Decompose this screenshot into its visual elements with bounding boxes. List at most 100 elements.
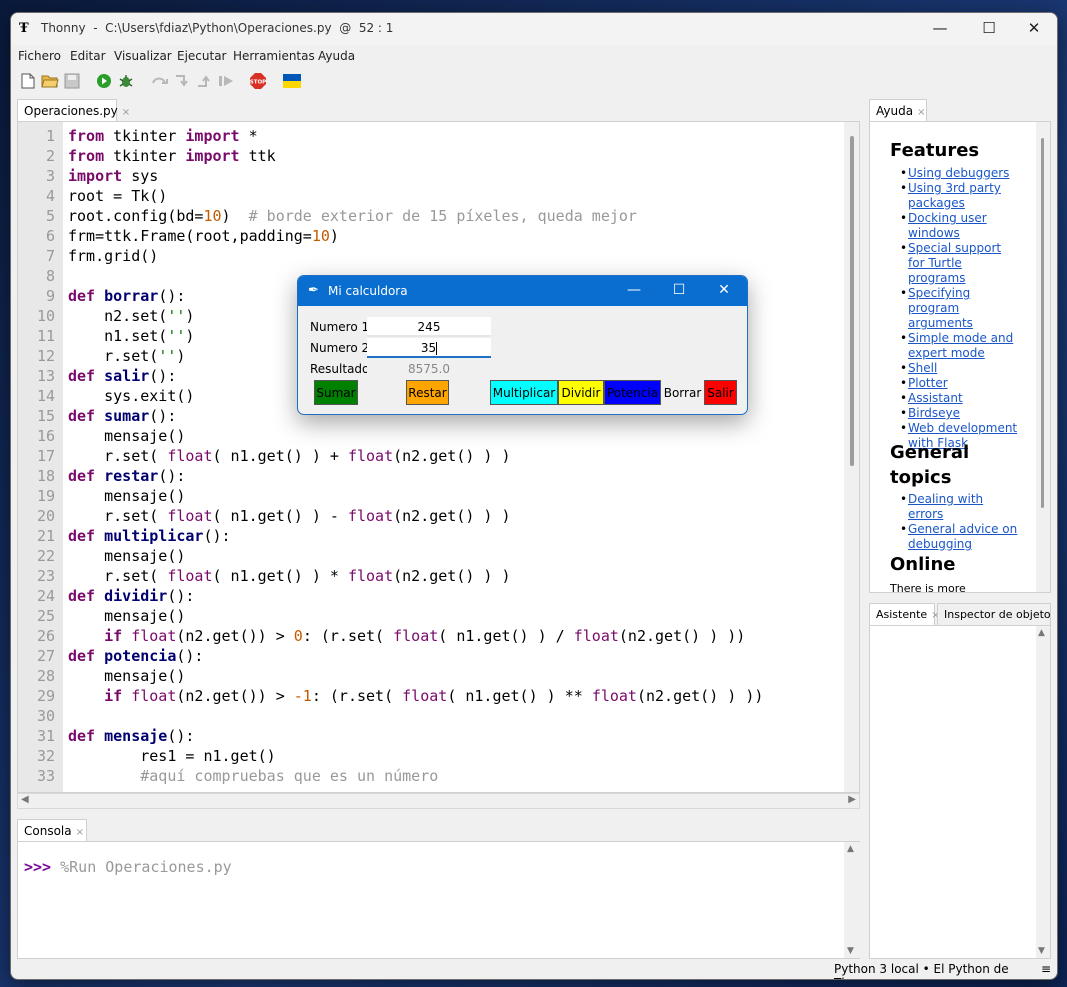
ukraine-flag-icon[interactable]: [283, 72, 301, 90]
tab-consola[interactable]: Consola ×: [17, 819, 87, 841]
code-token: (n2.get() ) ): [393, 507, 511, 525]
scroll-right-icon[interactable]: ▶: [848, 794, 856, 805]
code-token: ( n1.get() ) **: [447, 687, 592, 705]
debug-icon[interactable]: [117, 72, 135, 90]
thonny-window: Ŧ Thonny - C:\Users\fdiaz\Python\Operaci…: [10, 12, 1058, 980]
help-link[interactable]: Using debuggers: [908, 166, 1009, 180]
sumar-button[interactable]: Sumar: [314, 380, 358, 405]
scroll-up-icon[interactable]: ▲: [1038, 628, 1045, 638]
scroll-left-icon[interactable]: ◀: [21, 794, 29, 805]
help-link[interactable]: Assistant: [908, 391, 963, 405]
menu-herramientas[interactable]: Herramientas: [233, 49, 315, 63]
code-token: def: [68, 407, 96, 425]
code-token: ): [221, 207, 249, 225]
run-icon[interactable]: [95, 72, 113, 90]
scroll-down-icon[interactable]: ▼: [1038, 946, 1045, 956]
minimize-button[interactable]: —: [917, 13, 963, 45]
code-token: float: [393, 627, 439, 645]
help-link-item: Using 3rd party packages: [890, 181, 1020, 211]
dialog-maximize-button[interactable]: ☐: [656, 276, 702, 306]
menu-editar[interactable]: Editar: [70, 49, 106, 63]
dialog-minimize-button[interactable]: —: [611, 276, 657, 306]
numero1-input[interactable]: 245: [367, 317, 491, 337]
save-icon[interactable]: [63, 72, 81, 90]
maximize-button[interactable]: ☐: [966, 13, 1012, 45]
editor-vertical-scrollbar[interactable]: [844, 122, 859, 792]
help-link[interactable]: Specifying program arguments: [908, 286, 973, 330]
line-number: 26: [36, 627, 55, 645]
multiplicar-button[interactable]: Multiplicar: [490, 380, 558, 405]
help-vertical-scrollbar[interactable]: [1036, 122, 1050, 592]
shell-prompt: >>>: [24, 858, 52, 876]
salir-button[interactable]: Salir: [704, 380, 737, 405]
line-number: 25: [36, 607, 55, 625]
help-link[interactable]: Using 3rd party packages: [908, 181, 1001, 210]
editor-horizontal-scrollbar[interactable]: ◀ ▶: [17, 793, 860, 809]
tab-asistente[interactable]: Asistente ×: [869, 603, 940, 625]
code-token: (n2.get() ) )): [636, 687, 764, 705]
new-file-icon[interactable]: [19, 72, 37, 90]
tab-inspector-objetos[interactable]: Inspector de objetos: [937, 603, 1051, 625]
code-token: ): [329, 227, 339, 245]
potencia-button[interactable]: Potencia: [604, 380, 661, 405]
menu-fichero[interactable]: Fichero: [18, 49, 61, 63]
step-over-icon[interactable]: [151, 72, 169, 90]
restar-button[interactable]: Restar: [406, 380, 449, 405]
help-link[interactable]: Docking user windows: [908, 211, 987, 240]
code-line: import sys: [68, 167, 158, 185]
code-token: (n2.get() ) ): [393, 567, 511, 585]
console-vertical-scrollbar[interactable]: ▲ ▼: [844, 842, 860, 958]
tab-close-icon[interactable]: ×: [76, 827, 84, 838]
menu-ayuda[interactable]: Ayuda: [318, 49, 355, 63]
step-into-icon[interactable]: [173, 72, 191, 90]
menu-ejecutar[interactable]: Ejecutar: [177, 49, 227, 63]
borrar-button[interactable]: Borrar: [661, 380, 704, 405]
code-editor[interactable]: 1 2 3 4 5 6 7 8 9 10 11 12 13 14 15 16 17 18 19 20 21 22 23 24 2…: [17, 121, 860, 793]
open-file-icon[interactable]: [41, 72, 59, 90]
scroll-down-icon[interactable]: ▼: [847, 946, 854, 956]
code-token: # borde exterior de 15 píxeles, queda me…: [248, 207, 637, 225]
help-link[interactable]: General advice on debugging: [908, 522, 1017, 551]
help-link[interactable]: Simple mode and expert mode: [908, 331, 1013, 360]
close-button[interactable]: ✕: [1011, 13, 1057, 45]
help-link[interactable]: Shell: [908, 361, 937, 375]
code-token: mensaje(): [68, 487, 186, 505]
code-line: from tkinter import *: [68, 127, 258, 145]
editor-scroll-thumb[interactable]: [850, 136, 854, 466]
code-line: r.set(''): [68, 347, 185, 365]
tab-ayuda[interactable]: Ayuda ×: [869, 99, 927, 121]
scroll-up-icon[interactable]: ▲: [847, 844, 854, 854]
help-scroll-thumb[interactable]: [1041, 138, 1044, 508]
code-token: sys: [122, 167, 159, 185]
tab-close-icon[interactable]: ×: [122, 107, 130, 118]
assistant-vertical-scrollbar[interactable]: ▲ ▼: [1036, 626, 1050, 958]
dialog-title-bar[interactable]: ✒ Mi calculdora — ☐ ✕: [298, 276, 747, 306]
help-link[interactable]: Plotter: [908, 376, 948, 390]
code-token: potencia: [104, 647, 177, 665]
menu-visualizar[interactable]: Visualizar: [114, 49, 172, 63]
interpreter-status[interactable]: Python 3 local • El Python de Thonny: [834, 962, 1057, 979]
step-out-icon[interactable]: [195, 72, 213, 90]
dialog-close-button[interactable]: ✕: [701, 276, 747, 306]
code-token: mensaje(): [68, 427, 186, 445]
menu-icon[interactable]: ≡: [1041, 962, 1051, 976]
numero2-input[interactable]: 35: [367, 338, 491, 358]
tab-operaciones-py[interactable]: Operaciones.py ×: [17, 99, 130, 121]
shell-console[interactable]: >>> %Run Operaciones.py ▲ ▼: [17, 841, 860, 959]
resume-icon[interactable]: [217, 72, 235, 90]
line-number: 1: [45, 127, 55, 145]
code-line: mensaje(): [68, 547, 185, 565]
help-link[interactable]: Dealing with errors: [908, 492, 983, 521]
stop-icon[interactable]: STOP: [249, 72, 267, 90]
tab-close-icon[interactable]: ×: [917, 107, 925, 118]
code-line: mensaje(): [68, 667, 185, 685]
dividir-button[interactable]: Dividir: [558, 380, 604, 405]
help-link[interactable]: Birdseye: [908, 406, 960, 420]
title-bar[interactable]: Ŧ Thonny - C:\Users\fdiaz\Python\Operaci…: [11, 13, 1057, 45]
line-number: 28: [36, 667, 55, 685]
help-link[interactable]: Special support for Turtle programs: [908, 241, 1001, 285]
